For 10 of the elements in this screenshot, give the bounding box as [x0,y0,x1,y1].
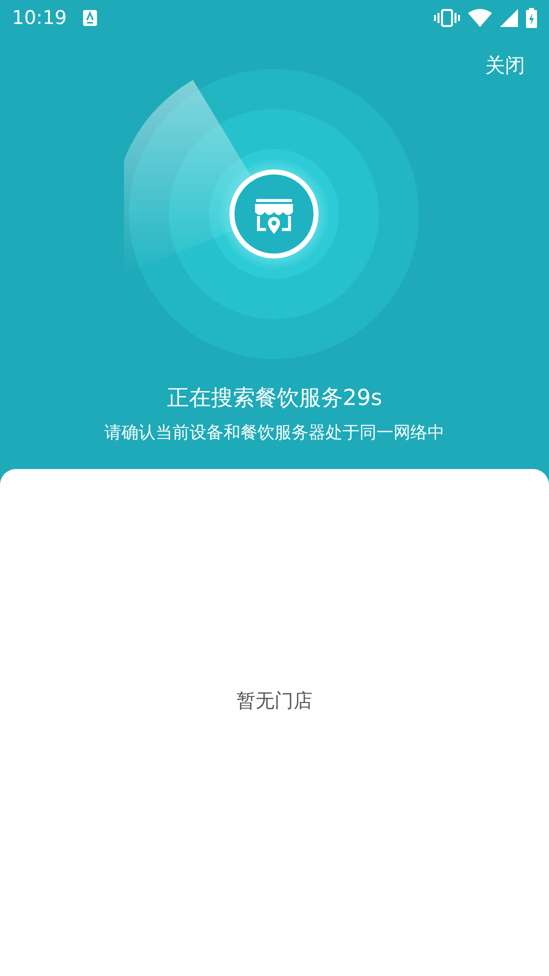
empty-store-text: 暂无门店 [236,688,312,714]
close-button[interactable]: 关闭 [485,50,525,80]
keyboard-icon [82,10,97,26]
status-time: 10:19 [12,6,67,31]
search-status-title: 正在搜索餐饮服务29s [166,385,382,413]
search-status-hint: 请确认当前设备和餐饮服务器处于同一网络中 [104,422,444,445]
signal-icon [500,9,518,27]
vibrate-icon [434,9,460,27]
wifi-icon [468,9,492,27]
battery-icon [526,8,537,28]
